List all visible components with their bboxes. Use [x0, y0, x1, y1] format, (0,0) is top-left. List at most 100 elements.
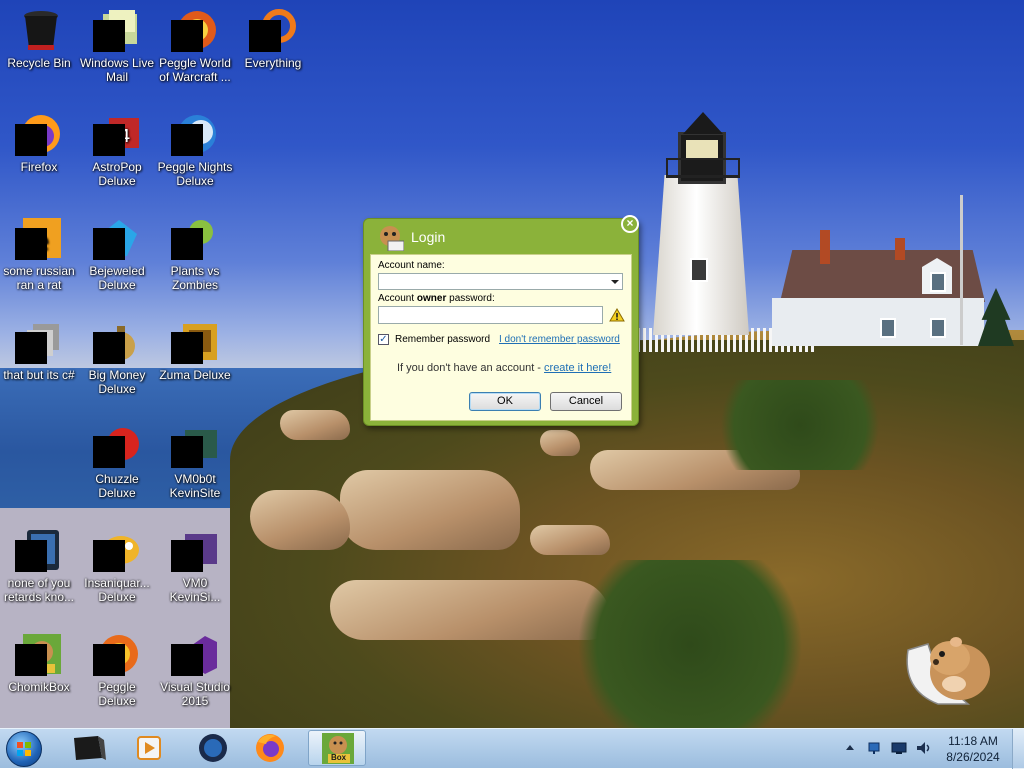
peggle-icon	[171, 6, 219, 54]
desktop-icon-label: Plants vs Zombies	[170, 264, 220, 292]
desktop-icon-peggle-nights-deluxe[interactable]: Peggle Nights Deluxe	[156, 110, 234, 188]
forgot-password-link[interactable]: I don't remember password	[499, 334, 620, 345]
globe-browser-icon	[199, 734, 227, 762]
taskbar-item-media-player[interactable]	[122, 730, 174, 766]
flag-pole	[960, 195, 963, 345]
lighthouse-glass	[686, 140, 718, 160]
show-desktop-button[interactable]	[1012, 729, 1024, 769]
wallpaper-rock	[530, 525, 610, 555]
desktop-icon-some-russian-ran-a-rat[interactable]: e some russian ran a rat	[0, 214, 78, 292]
desktop-icon-label: Bejeweled Deluxe	[89, 264, 145, 292]
owner-password-label: Account owner password:	[378, 293, 495, 304]
account-name-dropdown[interactable]	[378, 273, 623, 290]
clock-time: 11:18 AM	[948, 734, 998, 748]
house-window	[930, 318, 946, 338]
desktop-icon-that-but-its-csharp[interactable]: that but its c#	[0, 318, 78, 382]
file-stack-icon	[15, 318, 63, 366]
desktop-icon-recycle-bin[interactable]: Recycle Bin	[0, 6, 78, 70]
taskbar-item-browser[interactable]	[186, 730, 238, 766]
desktop-icon-everything[interactable]: Everything	[234, 6, 312, 70]
volume-icon[interactable]	[915, 740, 931, 756]
desktop-icon-insaniquarium-deluxe[interactable]: Insaniquar... Deluxe	[78, 526, 156, 604]
desktop-icon-label: Big Money Deluxe	[88, 368, 146, 396]
keeper-house-roof	[780, 250, 985, 302]
house-window	[930, 272, 946, 292]
taskbar-item-firefox[interactable]	[244, 730, 296, 766]
clock-date: 8/26/2024	[946, 750, 1000, 764]
desktop-icon-label: ChomikBox	[8, 680, 70, 694]
mail-icon	[93, 6, 141, 54]
desktop-icon-label: Peggle Nights Deluxe	[157, 160, 233, 188]
desktop-icon-label: Firefox	[20, 160, 58, 174]
media-player-icon	[137, 736, 161, 760]
desktop-icon-zuma-deluxe[interactable]: Zuma Deluxe	[156, 318, 234, 382]
fish-icon	[93, 526, 141, 574]
search-app-icon	[249, 6, 297, 54]
desktop-icon-peggle-world-of-warcraft[interactable]: Peggle World of Warcraft ...	[156, 6, 234, 84]
desktop-icon-label: some russian ran a rat	[3, 264, 75, 292]
create-account-link[interactable]: create it here!	[544, 362, 611, 374]
wallpaper-rock	[280, 410, 350, 440]
keeper-house-body	[772, 298, 984, 346]
desktop-icon-label: Peggle Deluxe	[98, 680, 136, 708]
password-label-prefix: Account	[378, 293, 417, 304]
chomikbox-hamster-mascot[interactable]	[898, 620, 1002, 708]
chevron-down-icon[interactable]	[611, 280, 619, 284]
desktop-icon-label: that but its c#	[3, 368, 75, 382]
show-hidden-icons-arrow[interactable]	[846, 745, 854, 750]
desktop-icon-label: Peggle World of Warcraft ...	[159, 56, 231, 84]
desktop-icon-label: Chuzzle Deluxe	[95, 472, 139, 500]
desktop-icon-bejeweled-deluxe[interactable]: Bejeweled Deluxe	[78, 214, 156, 292]
no-account-prefix: If you don't have an account -	[397, 362, 545, 374]
cancel-button[interactable]: Cancel	[550, 392, 622, 411]
wallpaper-shrub	[560, 560, 820, 728]
desktop-icon-firefox[interactable]: Firefox	[0, 110, 78, 174]
wallpaper-rock	[250, 490, 350, 550]
desktop-icon-chomikbox[interactable]: ChomikBox	[0, 630, 78, 694]
chomikbox-hamster-icon	[380, 226, 404, 251]
desktop-icon-label: AstroPop Deluxe	[92, 160, 142, 188]
desktop-icon-plants-vs-zombies[interactable]: Plants vs Zombies	[156, 214, 234, 292]
login-dialog: Login × Account name: Account owner pass…	[363, 215, 639, 426]
desktop-icon-none-of-you[interactable]: none of you retards kno...	[0, 526, 78, 604]
desktop-icon-peggle-deluxe[interactable]: Peggle Deluxe	[78, 630, 156, 708]
house-chimney	[820, 230, 830, 264]
desktop-icon-visual-studio-2015[interactable]: Visual Studio 2015	[156, 630, 234, 708]
desktop-icon-vm0b0t-kevinsite[interactable]: VM0b0t KevinSite	[156, 422, 234, 500]
no-account-text: If you don't have an account - create it…	[397, 362, 611, 374]
file-icon: e	[15, 214, 63, 262]
desktop-icon-chuzzle-deluxe[interactable]: Chuzzle Deluxe	[78, 422, 156, 500]
desktop-icon-vm0-kevinsite[interactable]: VM0 KevinSi...	[156, 526, 234, 604]
house-chimney	[895, 238, 905, 260]
desktop-icon-astropop-deluxe[interactable]: 4 AstroPop Deluxe	[78, 110, 156, 188]
remember-password-checkbox[interactable]: ✓	[378, 334, 389, 345]
lighthouse-gallery	[666, 158, 740, 178]
recycle-bin-icon	[15, 6, 63, 54]
ok-button[interactable]: OK	[469, 392, 541, 411]
taskbar-item-app[interactable]	[62, 730, 114, 766]
desktop-icon-windows-live-mail[interactable]: Windows Live Mail	[78, 6, 156, 84]
peggle-icon	[93, 630, 141, 678]
visual-studio-icon	[171, 630, 219, 678]
desktop-icon-label: Insaniquar... Deluxe	[84, 576, 150, 604]
network-icon[interactable]	[867, 740, 883, 756]
taskbar-item-chomikbox[interactable]: Box	[308, 730, 366, 766]
start-orb-icon[interactable]	[6, 731, 42, 767]
zuma-icon	[171, 318, 219, 366]
desktop-icon-label: Windows Live Mail	[79, 56, 155, 84]
shortcut-icon	[171, 422, 219, 470]
game-icon: 4	[93, 110, 141, 158]
close-icon[interactable]: ×	[621, 215, 639, 233]
desktop-icon-label: VM0 KevinSi...	[169, 576, 221, 604]
firefox-icon	[15, 110, 63, 158]
monitor-icon[interactable]	[891, 740, 907, 756]
taskbar: Box 11:18 AM 8/26/2024	[0, 728, 1024, 769]
gem-icon	[93, 214, 141, 262]
owner-password-field[interactable]	[378, 306, 603, 324]
house-window	[880, 318, 896, 338]
tablet-icon	[15, 526, 63, 574]
desktop-icon-big-money-deluxe[interactable]: Big Money Deluxe	[78, 318, 156, 396]
wallpaper-rock	[540, 430, 580, 456]
taskbar-clock[interactable]: 11:18 AM 8/26/2024	[940, 733, 1006, 765]
app-black-box-icon	[74, 736, 106, 760]
